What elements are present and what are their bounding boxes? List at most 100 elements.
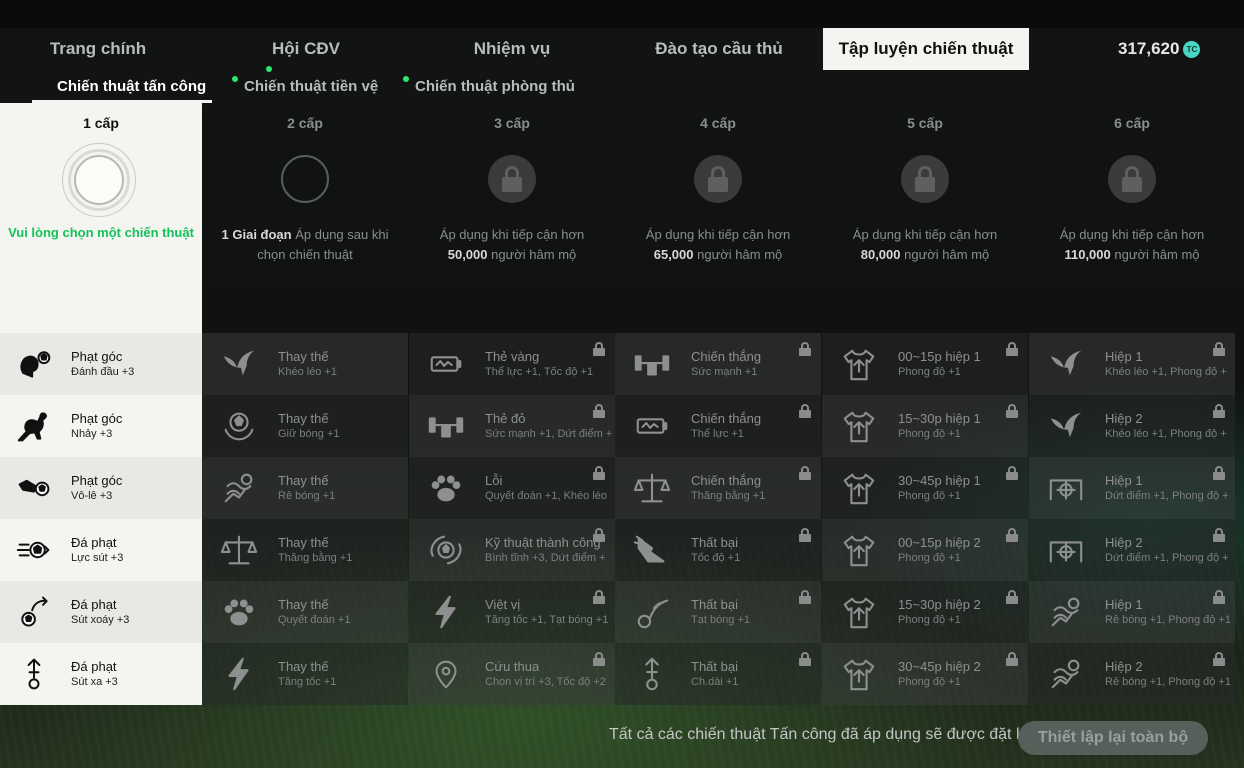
tactic-cell[interactable]: Việt vị Tăng tốc +1, Tạt bóng +1: [409, 581, 615, 643]
long-shot-icon: [633, 655, 671, 693]
tactic-cell[interactable]: 30~45p hiệp 1 Phong độ +1: [822, 457, 1028, 519]
tactic-cell-bonus: Thể lực +1, Tốc độ +1: [485, 366, 594, 378]
padlock-icon: [593, 652, 605, 666]
subtab-attack-tactics[interactable]: Chiến thuật tấn công: [57, 70, 206, 103]
tactic-cell[interactable]: Thất bại Ch.dài +1: [615, 643, 821, 705]
volley-icon: [14, 470, 54, 506]
bird-icon: [1047, 407, 1085, 445]
padlock-icon: [799, 404, 811, 418]
padlock-icon: [1213, 404, 1225, 418]
subtab-midfield-notification-dot: [232, 76, 238, 82]
tactic-cell[interactable]: Thất bại Tạt bóng +1: [615, 581, 821, 643]
jersey-up-icon: [840, 469, 878, 507]
jersey-up-icon: [840, 407, 878, 445]
jersey-up-icon: [840, 593, 878, 631]
tactic-cell-bonus: Khéo léo +1, Phong độ +: [1105, 366, 1227, 378]
tactic-cell-bonus: Thăng bằng +1: [691, 490, 766, 502]
tactic-option-row[interactable]: Phạt góc Vô-lê +3: [0, 457, 202, 519]
level-condition-line1: Áp dụng khi tiếp cận hơn: [1059, 227, 1205, 242]
tactic-option-row[interactable]: Đá phạt Lực sút +3: [0, 519, 202, 581]
level-3-header: 3 cấp Áp dụng khi tiếp cận hơn 50,000 ng…: [409, 103, 615, 333]
tactic-cell-title: Kỹ thuật thành công: [485, 535, 601, 550]
tactic-cell[interactable]: 30~45p hiệp 2 Phong độ +1: [822, 643, 1028, 705]
tab-fan-club-label: Hội CĐV: [272, 39, 340, 58]
tactic-cell-title: Chiến thắng: [691, 349, 762, 364]
tactic-cell-title: Thất bại: [691, 535, 738, 550]
tactic-cell-title: Thay thế: [278, 411, 329, 426]
bird-icon: [220, 345, 258, 383]
lightning-icon: [220, 655, 258, 693]
tactic-cell[interactable]: Thay thế Giữ bóng +1: [202, 395, 408, 457]
tactic-cell[interactable]: Thay thế Quyết đoán +1: [202, 581, 408, 643]
tab-missions[interactable]: Nhiệm vụ: [412, 28, 612, 70]
level-unlock-condition: 1 Giai đoạn Áp dụng sau khi chọn chiến t…: [202, 225, 408, 265]
tactic-cell-bonus: Quyết đoán +1: [278, 614, 351, 626]
tactic-cell[interactable]: Thẻ đỏ Sức mạnh +1, Dứt điểm +: [409, 395, 615, 457]
location-pin-icon: [427, 655, 465, 693]
tactic-cell[interactable]: 00~15p hiệp 2 Phong độ +1: [822, 519, 1028, 581]
tab-tactical-training[interactable]: Tập luyện chiến thuật: [823, 28, 1029, 70]
tactic-cell[interactable]: Thay thế Rê bóng +1: [202, 457, 408, 519]
tactic-cell[interactable]: Chiến thắng Thăng bằng +1: [615, 457, 821, 519]
subtab-defense-tactics[interactable]: Chiến thuật phòng thủ: [415, 70, 575, 103]
tactic-cell[interactable]: Cứu thua Chọn vị trí +3, Tốc độ +2: [409, 643, 615, 705]
bird-icon: [1047, 345, 1085, 383]
tactic-cell-title: Cứu thua: [485, 659, 540, 674]
tactic-cell-title: 00~15p hiệp 1: [898, 349, 981, 364]
paw-icon: [427, 469, 465, 507]
tactic-cell[interactable]: Lỗi Quyết đoán +1, Khéo léo: [409, 457, 615, 519]
tactic-cell[interactable]: Chiến thắng Thể lực +1: [615, 395, 821, 457]
tactic-cell[interactable]: Kỹ thuật thành công Bình tĩnh +3, Dứt đi…: [409, 519, 615, 581]
tactic-cell[interactable]: 15~30p hiệp 2 Phong độ +1: [822, 581, 1028, 643]
tactic-cell[interactable]: Hiệp 1 Dứt điểm +1, Phong độ +: [1029, 457, 1235, 519]
tactic-cell[interactable]: Hiệp 2 Rê bóng +1, Phong độ +1: [1029, 643, 1235, 705]
level-condition-line1: Áp dụng khi tiếp cận hơn: [645, 227, 791, 242]
tactic-option-row[interactable]: Phạt góc Nhảy +3: [0, 395, 202, 457]
tactic-option-row[interactable]: Đá phạt Sút xa +3: [0, 643, 202, 705]
subtab-midfield-tactics[interactable]: Chiến thuật tiền vệ: [244, 70, 378, 103]
padlock-icon: [1213, 466, 1225, 480]
level-label: 5 cấp: [907, 115, 943, 131]
tactic-cell-title: Thay thế: [278, 597, 329, 612]
padlock-icon: [1108, 155, 1156, 203]
tactic-cell[interactable]: Thẻ vàng Thể lực +1, Tốc độ +1: [409, 333, 615, 395]
tactic-slot-ring-inner: [74, 155, 124, 205]
level-condition-line2: người hâm mộ: [1110, 247, 1200, 262]
tactic-cell-title: Hiệp 1: [1105, 597, 1143, 612]
tactic-cell[interactable]: Chiến thắng Sức mạnh +1: [615, 333, 821, 395]
tactic-cell-title: Thay thế: [278, 349, 329, 364]
tactic-cell[interactable]: Hiệp 1 Rê bóng +1, Phong độ +1: [1029, 581, 1235, 643]
level-unlock-condition: Áp dụng khi tiếp cận hơn 65,000 người hâ…: [615, 225, 821, 265]
header-ball-icon: [14, 346, 54, 382]
tactic-cell[interactable]: Hiệp 1 Khéo léo +1, Phong độ +: [1029, 333, 1235, 395]
sub-tab-bar: Chiến thuật tấn công Chiến thuật tiền vệ…: [0, 70, 1244, 103]
long-shot-icon: [14, 656, 54, 692]
tactic-cell[interactable]: Hiệp 2 Dứt điểm +1, Phong độ +: [1029, 519, 1235, 581]
tactic-cell-title: Chiến thắng: [691, 411, 762, 426]
level-label: 6 cấp: [1114, 115, 1150, 131]
tactic-option-bonus: Sút xoáy +3: [71, 614, 130, 626]
tactic-cell-title: 15~30p hiệp 2: [898, 597, 981, 612]
tactic-cell-title: 30~45p hiệp 2: [898, 659, 981, 674]
tactic-cell[interactable]: Thay thế Thăng bằng +1: [202, 519, 408, 581]
jersey-up-icon: [840, 655, 878, 693]
tactic-option-bonus: Nhảy +3: [71, 428, 113, 440]
tactic-cell[interactable]: Hiệp 2 Khéo léo +1, Phong độ +: [1029, 395, 1235, 457]
padlock-icon: [1213, 590, 1225, 604]
tactic-option-row[interactable]: Đá phạt Sút xoáy +3: [0, 581, 202, 643]
tactic-cell[interactable]: Thay thế Tăng tốc +1: [202, 643, 408, 705]
tab-home[interactable]: Trang chính: [0, 28, 196, 70]
tactic-cell-title: Thẻ vàng: [485, 349, 540, 364]
level-6-header: 6 cấp Áp dụng khi tiếp cận hơn 110,000 n…: [1029, 103, 1235, 333]
tactic-cell-bonus: Sức mạnh +1: [691, 366, 758, 378]
tactic-cell[interactable]: 00~15p hiệp 1 Phong độ +1: [822, 333, 1028, 395]
tactic-cell-bonus: Quyết đoán +1, Khéo léo: [485, 490, 608, 502]
tactic-cell[interactable]: Thay thế Khéo léo +1: [202, 333, 408, 395]
tactic-cell[interactable]: 15~30p hiệp 1 Phong độ +1: [822, 395, 1028, 457]
reset-all-button[interactable]: Thiết lập lại toàn bộ: [1018, 721, 1208, 755]
tab-fan-club[interactable]: Hội CĐV: [206, 28, 406, 70]
tactic-cell[interactable]: Thất bại Tốc độ +1: [615, 519, 821, 581]
tab-player-training[interactable]: Đào tạo cầu thủ: [618, 28, 820, 70]
tactic-option-row[interactable]: Phạt góc Đánh đầu +3: [0, 333, 202, 395]
padlock-icon: [1006, 466, 1018, 480]
